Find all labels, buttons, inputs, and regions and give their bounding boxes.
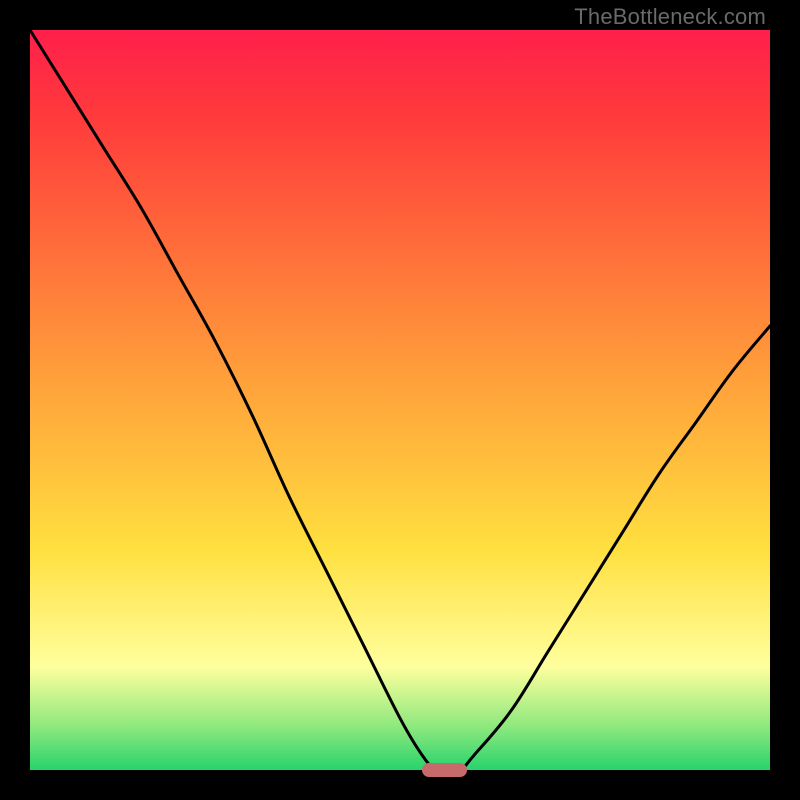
chart-frame: TheBottleneck.com [0, 0, 800, 800]
plot-area [30, 30, 770, 770]
bottleneck-curve [30, 30, 770, 770]
optimal-marker [422, 763, 466, 777]
watermark-text: TheBottleneck.com [574, 4, 766, 30]
